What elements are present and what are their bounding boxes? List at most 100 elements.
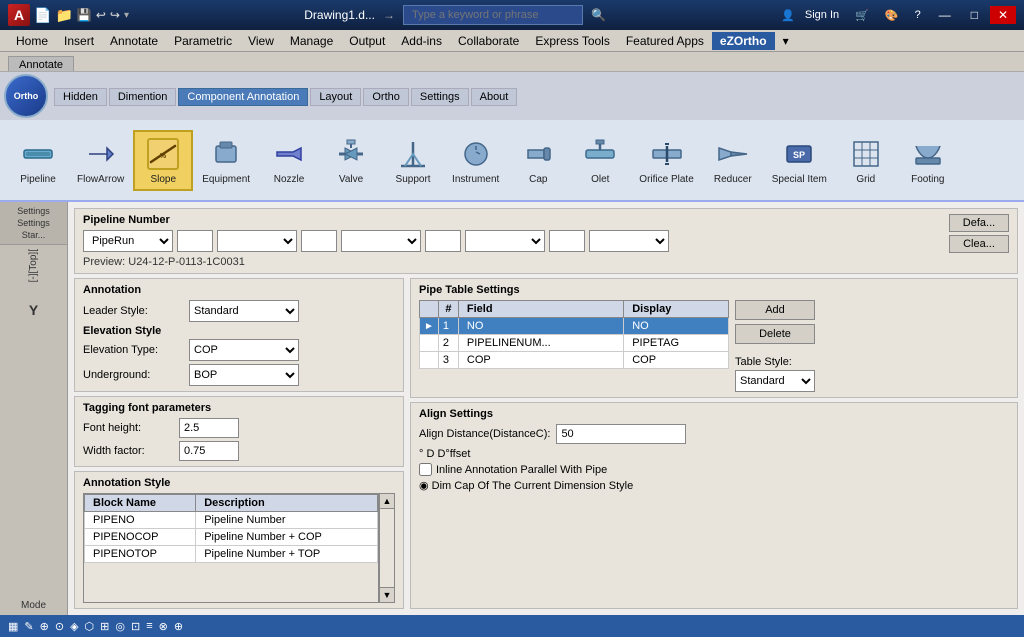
pipeline-input-2[interactable] xyxy=(301,230,337,252)
tool-pipeline[interactable]: Pipeline xyxy=(8,131,68,190)
tool-valve[interactable]: Valve xyxy=(321,131,381,190)
sign-in-btn[interactable]: Sign In xyxy=(799,7,845,23)
pipe-row-2[interactable]: 2 PIPELINENUM... PIPETAG xyxy=(420,335,729,352)
menu-insert[interactable]: Insert xyxy=(56,32,102,50)
svg-text:%: % xyxy=(160,153,167,160)
pipeline-input-4[interactable] xyxy=(549,230,585,252)
piperun-select[interactable]: PipeRun xyxy=(83,230,173,252)
menu-addins[interactable]: Add-ins xyxy=(393,32,450,50)
ann-row-3[interactable]: PIPENOTOP Pipeline Number + TOP xyxy=(85,546,378,563)
tool-flowarrow-label: FlowArrow xyxy=(77,174,124,185)
tool-pipeline-label: Pipeline xyxy=(20,174,56,185)
add-btn[interactable]: Add xyxy=(735,300,815,320)
pipeline-buttons: Defa... Clea... xyxy=(949,214,1009,253)
new-file-icon[interactable]: 📄 xyxy=(34,7,51,24)
tool-equipment[interactable]: Equipment xyxy=(195,131,257,190)
align-distance-input[interactable] xyxy=(556,424,686,444)
menu-home[interactable]: Home xyxy=(8,32,56,50)
status-icon-11[interactable]: ⊗ xyxy=(159,620,168,633)
status-icon-1[interactable]: ▦ xyxy=(8,620,18,633)
tool-cap[interactable]: Cap xyxy=(508,131,568,190)
search-icon[interactable]: 🔍 xyxy=(591,8,606,22)
status-icon-12[interactable]: ⊕ xyxy=(174,620,183,633)
pipe-row-3[interactable]: 3 COP COP xyxy=(420,352,729,369)
status-icon-10[interactable]: ≡ xyxy=(146,620,152,632)
tool-instrument[interactable]: Instrument xyxy=(445,131,506,190)
tool-orificeplate[interactable]: Orifice Plate xyxy=(632,131,700,190)
tool-slope[interactable]: % Slope xyxy=(133,130,193,191)
cad-sidebar: Settings Settings Star... [-][Top][ Y Mo… xyxy=(0,202,68,615)
help-icon[interactable]: ? xyxy=(909,7,927,23)
underground-select[interactable]: BOP xyxy=(189,364,299,386)
status-icon-8[interactable]: ◎ xyxy=(115,620,125,633)
pipe-row-1[interactable]: ► 1 NO NO xyxy=(420,318,729,335)
palette-icon[interactable]: 🎨 xyxy=(879,7,905,24)
ann-row-2[interactable]: PIPENOCOP Pipeline Number + COP xyxy=(85,529,378,546)
delete-btn[interactable]: Delete xyxy=(735,324,815,344)
menu-ezortho[interactable]: eZOrtho xyxy=(712,32,775,50)
plugin-tab-layout[interactable]: Layout xyxy=(310,88,361,106)
clear-btn[interactable]: Clea... xyxy=(949,235,1009,253)
pipeline-select-5[interactable] xyxy=(589,230,669,252)
cart-icon[interactable]: 🛒 xyxy=(849,7,875,24)
status-icon-6[interactable]: ⬡ xyxy=(85,620,95,633)
status-icon-9[interactable]: ⊡ xyxy=(131,620,140,633)
menu-parametric[interactable]: Parametric xyxy=(166,32,240,50)
menu-collaborate[interactable]: Collaborate xyxy=(450,32,527,50)
plugin-tab-ortho[interactable]: Ortho xyxy=(363,88,409,106)
plugin-tab-hidden[interactable]: Hidden xyxy=(54,88,107,106)
tool-olet[interactable]: Olet xyxy=(570,131,630,190)
status-icon-4[interactable]: ⊙ xyxy=(55,620,64,633)
tool-specialitem[interactable]: SP Special Item xyxy=(765,131,834,190)
outer-tab-annotate[interactable]: Annotate xyxy=(8,56,74,71)
plugin-tab-about[interactable]: About xyxy=(471,88,518,106)
menu-output[interactable]: Output xyxy=(341,32,393,50)
pipeline-select-3[interactable] xyxy=(341,230,421,252)
status-icon-7[interactable]: ⊞ xyxy=(100,620,109,633)
status-icon-5[interactable]: ◈ xyxy=(70,620,78,633)
status-icon-2[interactable]: ✎ xyxy=(24,620,33,633)
status-icon-3[interactable]: ⊕ xyxy=(40,620,49,633)
user-icon[interactable]: 👤 xyxy=(781,9,795,22)
table-style-select[interactable]: Standard xyxy=(735,370,815,392)
maximize-btn[interactable]: □ xyxy=(963,6,986,24)
menu-express-tools[interactable]: Express Tools xyxy=(527,32,617,50)
menu-annotate[interactable]: Annotate xyxy=(102,32,166,50)
leader-style-select[interactable]: Standard xyxy=(189,300,299,322)
plugin-tab-settings[interactable]: Settings xyxy=(411,88,469,106)
tool-reducer[interactable]: Reducer xyxy=(703,131,763,190)
menu-view[interactable]: View xyxy=(240,32,282,50)
pipeline-select-4[interactable] xyxy=(465,230,545,252)
tool-flowarrow[interactable]: FlowArrow xyxy=(70,131,131,190)
pipeline-input-1[interactable] xyxy=(177,230,213,252)
width-factor-input[interactable] xyxy=(179,441,239,461)
pipeline-input-3[interactable] xyxy=(425,230,461,252)
scroll-down-btn[interactable]: ▼ xyxy=(379,587,395,603)
tool-grid[interactable]: Grid xyxy=(836,131,896,190)
menu-manage[interactable]: Manage xyxy=(282,32,341,50)
save-icon[interactable]: 💾 xyxy=(77,8,92,22)
pipeline-select-2[interactable] xyxy=(217,230,297,252)
plugin-tab-component-annotation[interactable]: Component Annotation xyxy=(178,88,308,106)
tool-support[interactable]: Support xyxy=(383,131,443,190)
undo-icon[interactable]: ↩ xyxy=(96,8,106,22)
autocad-logo[interactable]: A xyxy=(8,4,30,26)
elevation-type-select[interactable]: COP xyxy=(189,339,299,361)
pipeline-controls-row: PipeRun xyxy=(83,230,941,252)
menu-featured-apps[interactable]: Featured Apps xyxy=(618,32,712,50)
open-file-icon[interactable]: 📁 xyxy=(55,7,72,24)
tool-nozzle[interactable]: Nozzle xyxy=(259,131,319,190)
menu-more[interactable]: ▾ xyxy=(775,32,797,50)
tool-footing[interactable]: Footing xyxy=(898,131,958,190)
search-input[interactable] xyxy=(403,5,583,25)
close-btn[interactable]: ✕ xyxy=(990,6,1016,24)
default-btn[interactable]: Defa... xyxy=(949,214,1009,232)
scroll-up-btn[interactable]: ▲ xyxy=(379,493,395,509)
font-height-input[interactable] xyxy=(179,418,239,438)
plugin-tab-dimention[interactable]: Dimention xyxy=(109,88,177,106)
plugin-logo[interactable]: Ortho xyxy=(4,74,48,118)
inline-annotation-checkbox[interactable] xyxy=(419,463,432,476)
minimize-btn[interactable]: — xyxy=(931,6,959,24)
redo-icon[interactable]: ↪ xyxy=(110,8,120,22)
ann-row-1[interactable]: PIPENO Pipeline Number xyxy=(85,512,378,529)
